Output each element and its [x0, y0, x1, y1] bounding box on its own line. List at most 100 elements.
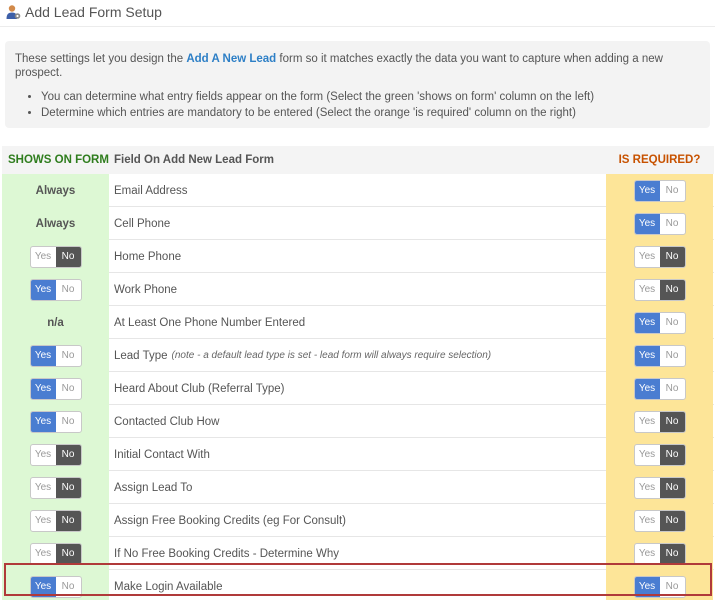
toggle-yes-option[interactable]: Yes — [31, 511, 56, 531]
shows-on-form-toggle[interactable]: Yes No — [29, 377, 82, 400]
toggle-yes-option[interactable]: Yes — [635, 544, 660, 564]
field-label: Make Login Available — [114, 580, 223, 593]
shows-on-form-cell: Yes No — [2, 471, 109, 504]
toggle-no-option[interactable]: No — [56, 280, 81, 300]
toggle-no-option[interactable]: No — [55, 246, 81, 267]
toggle-yes-option[interactable]: Yes — [634, 312, 660, 333]
is-required-cell: Yes No — [606, 240, 713, 273]
is-required-toggle[interactable]: Yes No — [633, 443, 686, 466]
toggle-no-option[interactable]: No — [56, 577, 81, 597]
toggle-no-option[interactable]: No — [660, 214, 685, 234]
toggle-no-option[interactable]: No — [659, 543, 685, 564]
is-required-toggle[interactable]: Yes No — [633, 311, 686, 334]
add-new-lead-link[interactable]: Add A New Lead — [186, 53, 276, 65]
shows-on-form-toggle[interactable]: Yes No — [29, 575, 82, 598]
is-required-toggle[interactable]: Yes No — [633, 245, 686, 268]
field-label: Assign Lead To — [114, 481, 193, 494]
table-row: Yes No Contacted Club How Yes No — [2, 405, 714, 438]
toggle-no-option[interactable]: No — [55, 477, 81, 498]
info-bullet: You can determine what entry fields appe… — [41, 89, 700, 105]
is-required-toggle[interactable]: Yes No — [633, 575, 686, 598]
toggle-no-option[interactable]: No — [660, 181, 685, 201]
toggle-no-option[interactable]: No — [659, 510, 685, 531]
shows-on-form-cell: Yes No — [2, 273, 109, 306]
shows-on-form-toggle[interactable]: Yes No — [29, 410, 82, 433]
toggle-yes-option[interactable]: Yes — [30, 411, 56, 432]
is-required-toggle[interactable]: Yes No — [633, 476, 686, 499]
shows-on-form-toggle[interactable]: Yes No — [29, 245, 82, 268]
field-label: Cell Phone — [114, 217, 171, 230]
toggle-yes-option[interactable]: Yes — [635, 511, 660, 531]
field-label: Work Phone — [114, 283, 178, 296]
toggle-yes-option[interactable]: Yes — [635, 247, 660, 267]
toggle-yes-option[interactable]: Yes — [635, 478, 660, 498]
info-bullets: You can determine what entry fields appe… — [15, 89, 700, 121]
shows-on-form-toggle[interactable]: Yes No — [29, 443, 82, 466]
is-required-toggle[interactable]: Yes No — [633, 278, 686, 301]
shows-on-form-cell: Yes No — [2, 438, 109, 471]
toggle-no-option[interactable]: No — [659, 411, 685, 432]
toggle-yes-option[interactable]: Yes — [31, 247, 56, 267]
shows-on-form-toggle[interactable]: Yes No — [29, 542, 82, 565]
table-row: Yes No Initial Contact With Yes No — [2, 438, 714, 471]
field-label: Initial Contact With — [114, 448, 210, 461]
toggle-no-option[interactable]: No — [55, 510, 81, 531]
field-label: Assign Free Booking Credits (eg For Cons… — [114, 514, 347, 527]
shows-on-form-cell: Yes No — [2, 339, 109, 372]
toggle-yes-option[interactable]: Yes — [31, 478, 56, 498]
table-row: Yes No Make Login Available Yes No — [2, 570, 714, 600]
toggle-no-option[interactable]: No — [659, 246, 685, 267]
toggle-yes-option[interactable]: Yes — [634, 576, 660, 597]
is-required-toggle[interactable]: Yes No — [633, 509, 686, 532]
is-required-toggle[interactable]: Yes No — [633, 179, 686, 202]
toggle-yes-option[interactable]: Yes — [31, 445, 56, 465]
shows-on-form-toggle[interactable]: Yes No — [29, 344, 82, 367]
toggle-no-option[interactable]: No — [659, 444, 685, 465]
toggle-yes-option[interactable]: Yes — [634, 180, 660, 201]
field-header: Field On Add New Lead Form — [114, 154, 274, 166]
toggle-yes-option[interactable]: Yes — [634, 213, 660, 234]
field-name-cell: If No Free Booking Credits - Determine W… — [109, 537, 606, 570]
toggle-no-option[interactable]: No — [55, 444, 81, 465]
is-required-toggle[interactable]: Yes No — [633, 410, 686, 433]
field-label: If No Free Booking Credits - Determine W… — [114, 547, 339, 560]
info-intro: These settings let you design the Add A … — [15, 52, 700, 80]
toggle-yes-option[interactable]: Yes — [634, 345, 660, 366]
is-required-toggle[interactable]: Yes No — [633, 212, 686, 235]
is-required-cell: Yes No — [606, 405, 713, 438]
field-note: (note - a default lead type is set - lea… — [171, 350, 492, 361]
toggle-no-option[interactable]: No — [56, 412, 81, 432]
shows-on-form-toggle[interactable]: Yes No — [29, 476, 82, 499]
toggle-no-option[interactable]: No — [660, 379, 685, 399]
is-required-cell: Yes No — [606, 471, 713, 504]
field-label: Contacted Club How — [114, 415, 220, 428]
shows-on-form-status: Always — [35, 217, 76, 230]
toggle-no-option[interactable]: No — [660, 313, 685, 333]
toggle-no-option[interactable]: No — [659, 477, 685, 498]
toggle-yes-option[interactable]: Yes — [635, 445, 660, 465]
toggle-yes-option[interactable]: Yes — [31, 544, 56, 564]
is-required-toggle[interactable]: Yes No — [633, 344, 686, 367]
toggle-yes-option[interactable]: Yes — [634, 378, 660, 399]
shows-on-form-cell: Yes No — [2, 570, 109, 600]
is-required-toggle[interactable]: Yes No — [633, 377, 686, 400]
toggle-no-option[interactable]: No — [55, 543, 81, 564]
toggle-no-option[interactable]: No — [660, 346, 685, 366]
toggle-yes-option[interactable]: Yes — [30, 576, 56, 597]
table-body: Always Email Address Yes No Always Cell Phone… — [2, 174, 714, 600]
toggle-yes-option[interactable]: Yes — [30, 378, 56, 399]
shows-on-form-toggle[interactable]: Yes No — [29, 278, 82, 301]
toggle-no-option[interactable]: No — [56, 346, 81, 366]
toggle-no-option[interactable]: No — [56, 379, 81, 399]
table-row: n/a At Least One Phone Number Entered Yes N… — [2, 306, 714, 339]
toggle-yes-option[interactable]: Yes — [635, 280, 660, 300]
is-required-toggle[interactable]: Yes No — [633, 542, 686, 565]
toggle-yes-option[interactable]: Yes — [30, 345, 56, 366]
shows-on-form-cell: Always — [2, 174, 109, 207]
toggle-yes-option[interactable]: Yes — [30, 279, 56, 300]
is-required-cell: Yes No — [606, 273, 713, 306]
toggle-yes-option[interactable]: Yes — [635, 412, 660, 432]
shows-on-form-toggle[interactable]: Yes No — [29, 509, 82, 532]
toggle-no-option[interactable]: No — [659, 279, 685, 300]
toggle-no-option[interactable]: No — [660, 577, 685, 597]
